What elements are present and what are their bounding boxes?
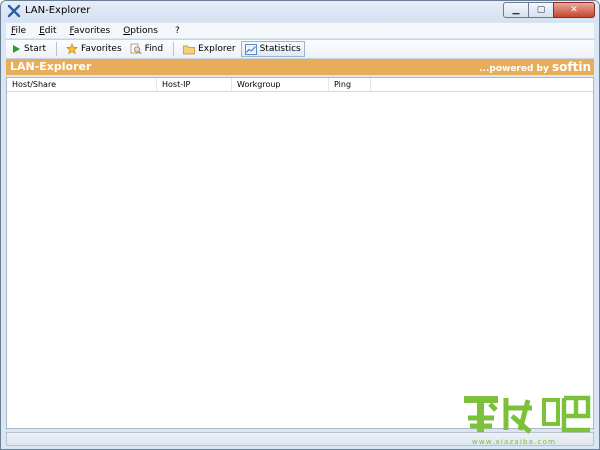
play-icon xyxy=(13,45,20,53)
close-icon: ✕ xyxy=(570,5,578,15)
star-icon xyxy=(66,43,78,55)
close-button[interactable]: ✕ xyxy=(553,2,595,18)
watermark-logo-icon: www.xiazaiba.com xyxy=(464,395,591,446)
toolbar: Start Favorites Find Explorer Statistics xyxy=(6,39,594,59)
toolbar-separator xyxy=(173,42,175,56)
menu-favorites-rest: avorites xyxy=(73,25,111,36)
minimize-icon: ▁ xyxy=(512,5,520,15)
statistics-button[interactable]: Statistics xyxy=(240,41,305,57)
menu-bar: File Edit Favorites Options ? xyxy=(6,23,594,38)
app-x-icon xyxy=(7,4,21,18)
menu-help[interactable]: ? xyxy=(170,26,186,36)
minimize-button[interactable]: ▁ xyxy=(503,2,528,18)
title-bar[interactable]: LAN-Explorer ▁ ▢ ✕ xyxy=(1,1,599,22)
explorer-button[interactable]: Explorer xyxy=(180,41,238,57)
menu-edit-rest: dit xyxy=(44,25,57,36)
window-controls: ▁ ▢ ✕ xyxy=(503,2,595,19)
start-label: Start xyxy=(24,44,46,54)
host-list[interactable]: Host/Share Host-IP Workgroup Ping xyxy=(6,77,594,429)
favorites-label: Favorites xyxy=(81,44,122,54)
menu-help-label: ? xyxy=(174,25,180,36)
column-workgroup[interactable]: Workgroup xyxy=(232,78,329,91)
toolbar-separator xyxy=(56,42,57,56)
menu-edit[interactable]: Edit xyxy=(34,26,62,36)
column-host-share[interactable]: Host/Share xyxy=(7,78,157,91)
column-header-row: Host/Share Host-IP Workgroup Ping xyxy=(7,78,593,92)
start-button[interactable]: Start xyxy=(8,41,49,57)
watermark-url: www.xiazaiba.com xyxy=(472,438,556,446)
find-button[interactable]: Find xyxy=(127,41,166,57)
find-magnifier-icon xyxy=(130,43,142,55)
column-ping[interactable]: Ping xyxy=(329,78,371,91)
banner-title: LAN-Explorer xyxy=(10,60,92,73)
explorer-label: Explorer xyxy=(198,44,236,54)
window-title: LAN-Explorer xyxy=(25,5,91,16)
chart-icon xyxy=(244,43,257,55)
app-window: LAN-Explorer ▁ ▢ ✕ File Edit Favorites O… xyxy=(0,0,600,450)
statistics-label: Statistics xyxy=(259,44,301,54)
menu-file[interactable]: File xyxy=(6,26,32,36)
maximize-icon: ▢ xyxy=(536,5,546,15)
folder-icon xyxy=(183,45,195,54)
powered-by-prefix: ...powered by xyxy=(479,64,552,74)
powered-by: ...powered by softin xyxy=(479,60,591,74)
brand-logo: softin xyxy=(552,60,591,74)
favorites-button[interactable]: Favorites xyxy=(63,41,125,57)
menu-options[interactable]: Options xyxy=(118,26,164,36)
menu-favorites[interactable]: Favorites xyxy=(65,26,117,36)
find-label: Find xyxy=(144,44,164,54)
column-host-ip[interactable]: Host-IP xyxy=(157,78,232,91)
header-banner: LAN-Explorer ...powered by softin xyxy=(6,59,594,75)
menu-options-rest: ptions xyxy=(130,25,158,36)
menu-file-rest: ile xyxy=(15,25,27,36)
maximize-button[interactable]: ▢ xyxy=(528,2,553,18)
